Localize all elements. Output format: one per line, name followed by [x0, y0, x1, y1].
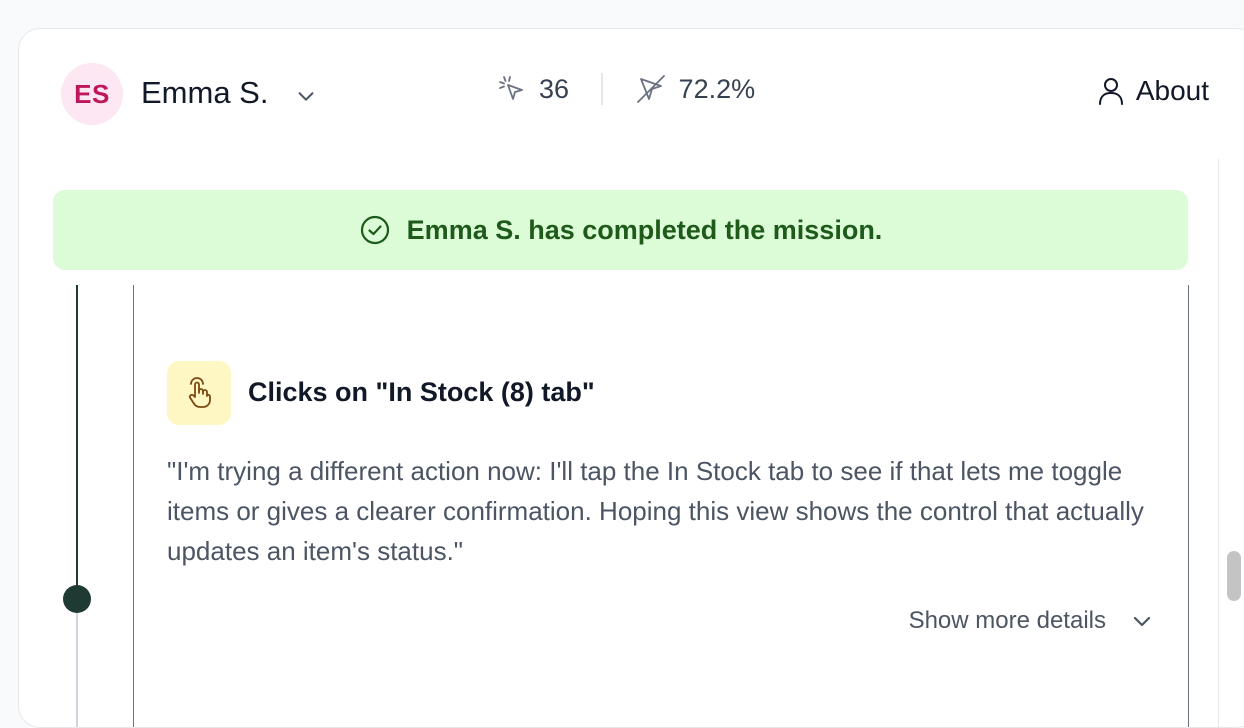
- mission-complete-banner: Emma S. has completed the mission.: [53, 190, 1188, 270]
- about-button[interactable]: About: [1098, 75, 1209, 107]
- show-more-label: Show more details: [908, 607, 1106, 634]
- clicks-stat: 36: [497, 74, 569, 105]
- stats-divider: [601, 73, 603, 105]
- clicks-count: 36: [539, 73, 570, 104]
- session-header: ES Emma S. 36 72.2% About: [19, 29, 1244, 159]
- banner-message: Emma S. has completed the mission.: [406, 214, 883, 245]
- timeline-dot: [63, 585, 91, 613]
- action-icon-badge: [167, 361, 231, 425]
- step-panel: Clicks on "In Stock (8) tab" "I'm trying…: [133, 285, 1189, 727]
- check-circle-icon: [360, 215, 389, 245]
- tap-hand-icon: [189, 377, 211, 408]
- step-title: Clicks on "In Stock (8) tab": [248, 377, 595, 407]
- timeline-line: [76, 285, 78, 601]
- session-card: ES Emma S. 36 72.2% About Emma S. has co…: [18, 28, 1244, 728]
- scrollbar-thumb[interactable]: [1227, 551, 1241, 601]
- chevron-down-icon[interactable]: [295, 85, 317, 107]
- avatar: ES: [61, 63, 123, 125]
- misclick-stat: 72.2%: [635, 73, 756, 105]
- about-label: About: [1135, 75, 1209, 106]
- misclick-cursor-icon: [636, 75, 665, 103]
- scrollbar[interactable]: [1218, 159, 1244, 727]
- click-cursor-icon: [499, 76, 523, 100]
- step-description: "I'm trying a different action now: I'll…: [167, 456, 1144, 566]
- timeline-line-upcoming: [76, 601, 78, 727]
- misclick-rate: 72.2%: [678, 73, 756, 104]
- user-name[interactable]: Emma S.: [141, 75, 268, 111]
- show-more-details-button[interactable]: Show more details: [909, 607, 1154, 635]
- user-icon: [1098, 78, 1123, 105]
- chevron-down-icon: [1133, 616, 1151, 627]
- avatar-initials: ES: [74, 78, 110, 109]
- session-stats: 36 72.2%: [497, 73, 755, 105]
